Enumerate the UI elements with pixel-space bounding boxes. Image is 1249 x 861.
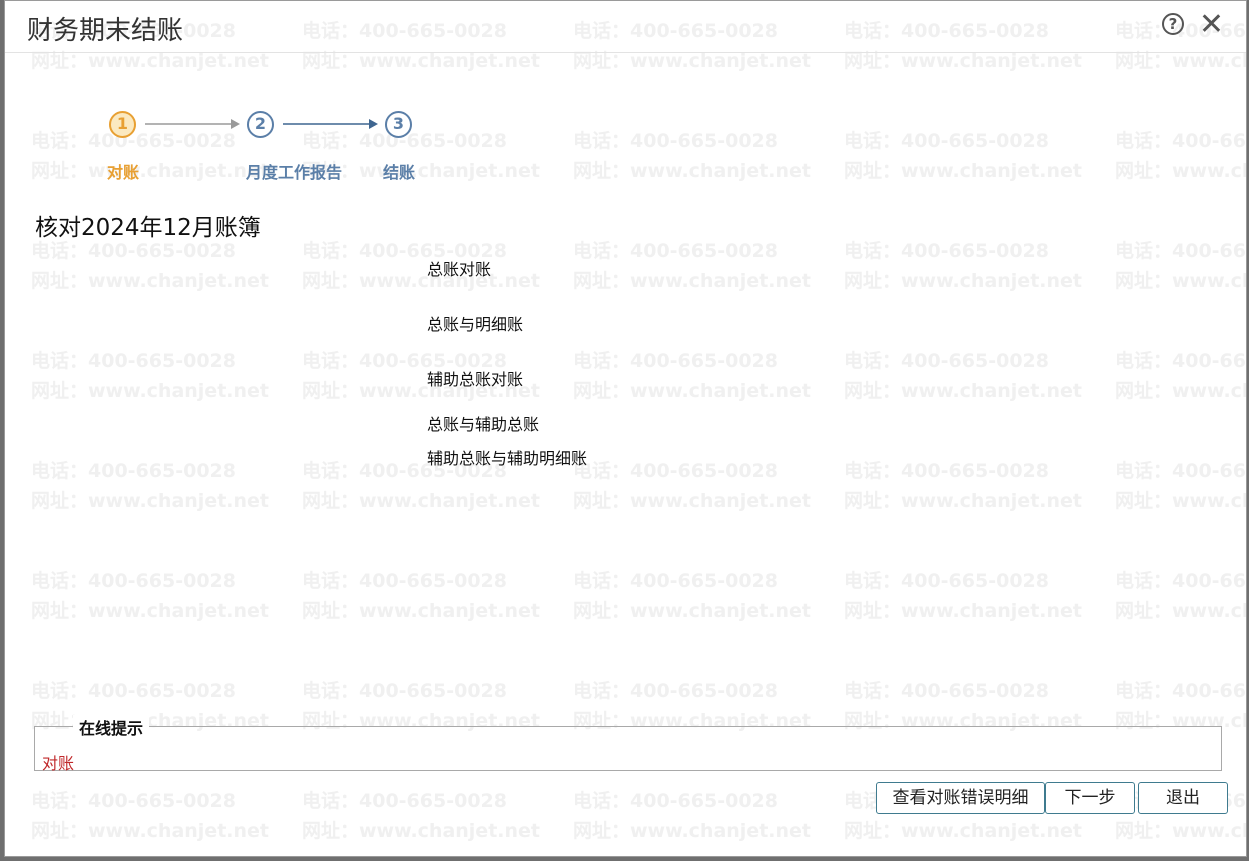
- check-item-ledger-vs-aux: 总账与辅助总账: [427, 415, 540, 434]
- watermark-text: 电话：400-665-0028网址：www.chanjet.net: [302, 240, 540, 292]
- watermark-text: 电话：400-665-0028网址：www.chanjet.net: [1115, 460, 1247, 512]
- watermark-text: 电话：400-665-0028网址：www.chanjet.net: [844, 130, 1082, 182]
- check-item-aux-ledger-reconcile: 辅助总账对账: [427, 370, 524, 389]
- watermark-text: 电话：400-665-0028网址：www.chanjet.net: [573, 790, 811, 842]
- watermark-text: 电话：400-665-0028网址：www.chanjet.net: [31, 350, 269, 402]
- check-item-ledger-vs-detail: 总账与明细账: [427, 315, 524, 334]
- watermark-text: 电话：400-665-0028网址：www.chanjet.net: [302, 790, 540, 842]
- watermark-text: 电话：400-665-0028网址：www.chanjet.net: [573, 350, 811, 402]
- online-tip-text: 对账: [42, 754, 75, 773]
- watermark-text: 电话：400-665-0028网址：www.chanjet.net: [844, 460, 1082, 512]
- online-tip-title: 在线提示: [73, 715, 150, 739]
- step-1-circle: 1: [109, 111, 136, 138]
- watermark-text: 电话：400-665-0028网址：www.chanjet.net: [573, 240, 811, 292]
- step-2-3-arrow: [283, 119, 378, 129]
- watermark-text: 电话：400-665-0028网址：www.chanjet.net: [31, 130, 269, 182]
- check-heading: 核对2024年12月账簿: [35, 215, 261, 241]
- watermark-text: 电话：400-665-0028网址：www.chanjet.net: [844, 570, 1082, 622]
- help-icon[interactable]: ?: [1162, 13, 1184, 35]
- step-2-circle: 2: [247, 111, 274, 138]
- watermark-text: 电话：400-665-0028网址：www.chanjet.net: [1115, 350, 1247, 402]
- check-item-aux-vs-aux-detail: 辅助总账与辅助明细账: [427, 449, 588, 468]
- watermark-text: 电话：400-665-0028网址：www.chanjet.net: [31, 460, 269, 512]
- step-1-2-arrow: [145, 119, 240, 129]
- watermark-text: 电话：400-665-0028网址：www.chanjet.net: [302, 570, 540, 622]
- exit-button[interactable]: 退出: [1138, 782, 1228, 814]
- step-2-label: 月度工作报告: [246, 163, 343, 182]
- next-step-button[interactable]: 下一步: [1045, 782, 1135, 814]
- watermark-text: 电话：400-665-0028网址：www.chanjet.net: [844, 240, 1082, 292]
- watermark-text: 电话：400-665-0028网址：www.chanjet.net: [1115, 240, 1247, 292]
- step-1-label: 对账: [107, 163, 140, 182]
- step-3-circle: 3: [385, 111, 412, 138]
- watermark-text: 电话：400-665-0028网址：www.chanjet.net: [573, 130, 811, 182]
- watermark-text: 电话：400-665-0028网址：www.chanjet.net: [844, 350, 1082, 402]
- view-reconcile-errors-button[interactable]: 查看对账错误明细: [876, 782, 1045, 814]
- close-icon[interactable]: ✕: [1199, 7, 1224, 43]
- online-tip-box: [34, 726, 1222, 771]
- watermark-text: 电话：400-665-0028网址：www.chanjet.net: [573, 570, 811, 622]
- watermark-text: 电话：400-665-0028网址：www.chanjet.net: [1115, 130, 1247, 182]
- watermark-text: 电话：400-665-0028网址：www.chanjet.net: [573, 460, 811, 512]
- step-3-label: 结账: [383, 163, 416, 182]
- period-end-closing-dialog: 电话：400-665-0028 网址：www.chanjet.net 电话：400-…: [4, 0, 1247, 857]
- watermark-text: 电话：400-665-0028网址：www.chanjet.net: [1115, 570, 1247, 622]
- watermark-text: 电话：400-665-0028网址：www.chanjet.net: [31, 790, 269, 842]
- watermark-text: 电话：400-665-0028网址：www.chanjet.net: [31, 570, 269, 622]
- dialog-title: 财务期末结账: [27, 16, 184, 46]
- check-item-general-ledger-reconcile: 总账对账: [427, 260, 492, 279]
- dialog-titlebar: 财务期末结账 ? ✕: [5, 1, 1246, 53]
- watermark-text: 电话：400-665-0028网址：www.chanjet.net: [31, 240, 269, 292]
